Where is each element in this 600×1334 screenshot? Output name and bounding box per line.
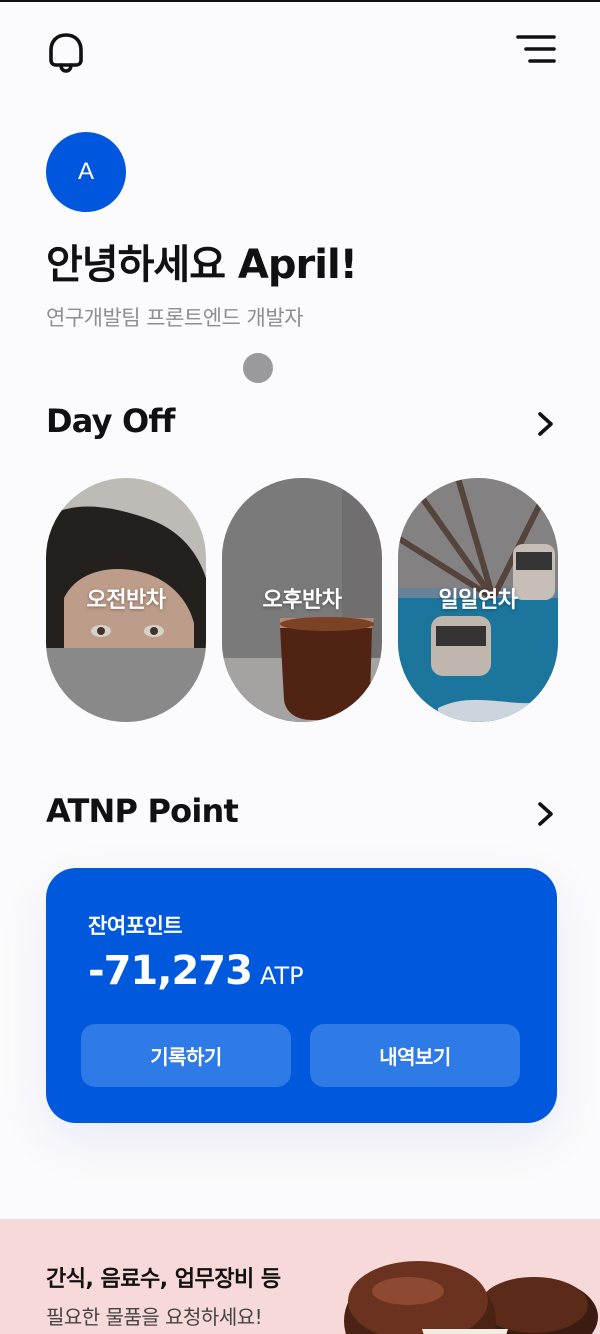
- status-line: [0, 0, 600, 2]
- bell-icon[interactable]: [44, 30, 88, 74]
- balance-amount: -71,273 ATP: [88, 948, 304, 994]
- day-off-afternoon-label: 오후반차: [262, 588, 342, 613]
- request-supplies-banner[interactable]: 간식, 음료수, 업무장비 등 필요한 물품을 요청하세요!: [0, 1219, 600, 1334]
- balance-label: 잔여포인트: [88, 914, 183, 938]
- day-off-chevron-right-icon[interactable]: [534, 410, 558, 438]
- day-off-afternoon-card[interactable]: 오후반차: [222, 478, 382, 722]
- avatar-initial: A: [77, 158, 94, 185]
- page-indicator-dot: [243, 353, 273, 383]
- day-off-fullday-label: 일일연차: [438, 588, 518, 613]
- point-balance-card: 잔여포인트 -71,273 ATP 기록하기 내역보기: [46, 868, 557, 1123]
- snack-image: [344, 1261, 598, 1334]
- banner-title: 간식, 음료수, 업무장비 등: [46, 1267, 281, 1292]
- balance-value: -71,273: [88, 948, 253, 994]
- day-off-fullday-card[interactable]: 일일연차: [398, 478, 558, 722]
- day-off-title: Day Off: [46, 402, 175, 440]
- avatar[interactable]: A: [46, 132, 126, 212]
- day-off-morning-label: 오전반차: [86, 588, 166, 613]
- balance-unit: ATP: [259, 962, 304, 990]
- user-role: 연구개발팀 프론트엔드 개발자: [46, 306, 304, 330]
- record-button[interactable]: 기록하기: [81, 1024, 291, 1087]
- history-button[interactable]: 내역보기: [310, 1024, 520, 1087]
- banner-subtitle: 필요한 물품을 요청하세요!: [46, 1305, 263, 1329]
- greeting-title: 안녕하세요 April!: [46, 242, 358, 288]
- menu-icon[interactable]: [512, 32, 560, 68]
- atnp-point-title: ATNP Point: [46, 792, 239, 830]
- atnp-point-chevron-right-icon[interactable]: [534, 800, 558, 828]
- day-off-morning-card[interactable]: 오전반차: [46, 478, 206, 722]
